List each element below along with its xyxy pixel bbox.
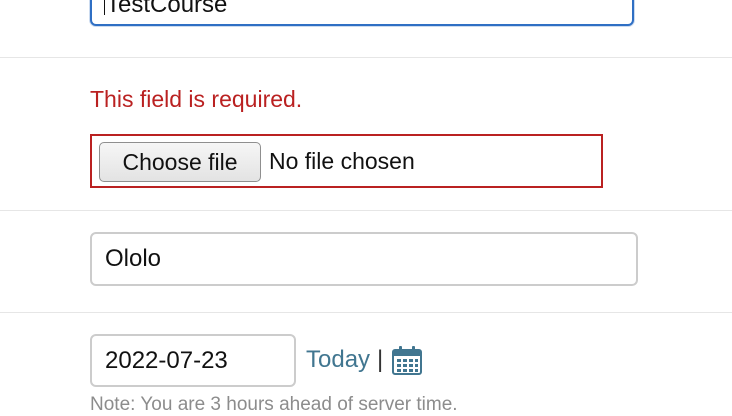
date-shortcuts: Today | xyxy=(306,342,423,378)
choose-file-button[interactable]: Choose file xyxy=(99,142,261,182)
course-title-value: TestCourse xyxy=(106,0,228,18)
calendar-icon[interactable] xyxy=(391,344,423,376)
date-input[interactable]: 2022-07-23 xyxy=(90,334,296,387)
file-status-text: No file chosen xyxy=(269,148,415,174)
course-title-input[interactable]: TestCourse xyxy=(90,0,634,26)
timezone-note: Note: You are 3 hours ahead of server ti… xyxy=(90,394,458,415)
row-divider xyxy=(0,57,732,58)
row-divider xyxy=(0,312,732,313)
text-caret xyxy=(104,0,105,15)
today-link[interactable]: Today xyxy=(306,346,370,374)
form-page: TestCourse This field is required. Choos… xyxy=(0,0,732,416)
shortcut-separator: | xyxy=(377,346,384,373)
file-field-error: This field is required. xyxy=(90,86,303,112)
text-input[interactable]: Ololo xyxy=(90,232,638,286)
row-divider xyxy=(0,210,732,211)
file-upload-field[interactable]: Choose file No file chosen xyxy=(90,134,603,188)
